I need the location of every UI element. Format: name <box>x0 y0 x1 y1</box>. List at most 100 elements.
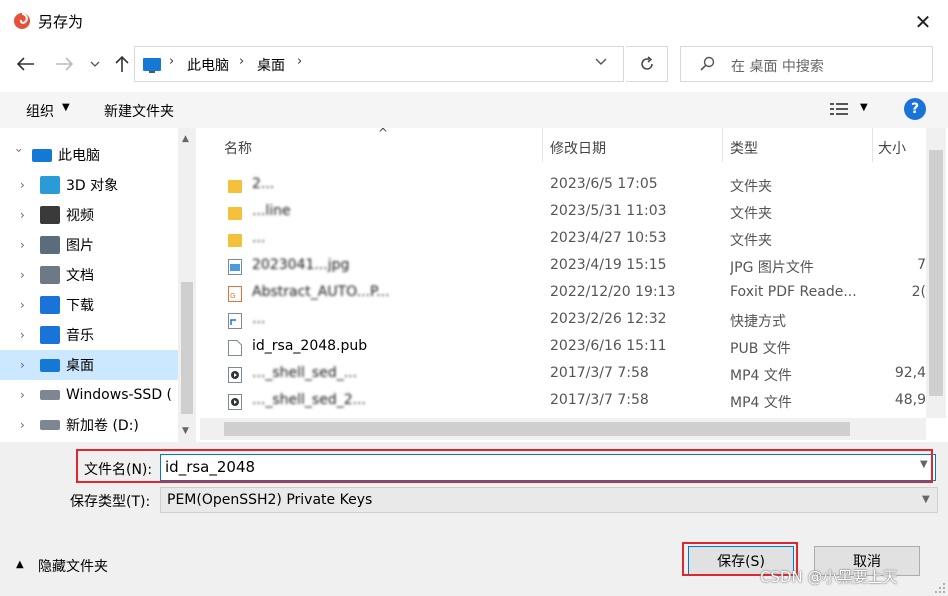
chevron-right-icon[interactable]: › <box>20 388 34 402</box>
svg-text:G: G <box>230 292 235 300</box>
chevron-right-icon[interactable]: › <box>20 178 34 192</box>
column-divider[interactable] <box>872 128 873 162</box>
sidebar-scrollbar-thumb[interactable] <box>181 282 193 414</box>
navigation-pane: › 此电脑 › 3D 对象 › 视频 › 图片 › 文档 › 下载 › 音乐 ›… <box>0 128 196 442</box>
drive-icon <box>40 420 60 430</box>
file-row[interactable]: ...line 2023/5/31 11:03 文件夹 <box>200 199 926 226</box>
file-type: 文件夹 <box>730 233 772 249</box>
file-name: ...line <box>252 203 291 219</box>
file-date: 2023/4/19 15:15 <box>550 257 667 273</box>
sidebar-item-music[interactable]: › 音乐 <box>0 320 178 350</box>
sidebar-item-windows-ssd[interactable]: › Windows-SSD ( <box>0 380 178 410</box>
recent-locations-button[interactable] <box>84 50 106 78</box>
column-divider[interactable] <box>722 128 723 162</box>
breadcrumb-pc[interactable]: 此电脑 <box>187 55 229 75</box>
file-row[interactable]: ..._shell_sed_... 2017/3/7 7:58 MP4 文件 9… <box>200 361 926 388</box>
file-list-vertical-scrollbar-thumb[interactable] <box>929 150 943 396</box>
annotation-highlight-filename <box>76 449 933 483</box>
command-bar: 组织 ▼ 新建文件夹 ▼ ? <box>0 92 948 128</box>
shortcut-icon <box>228 313 242 329</box>
forward-button[interactable] <box>50 50 78 78</box>
column-divider[interactable] <box>542 128 543 162</box>
title-bar <box>0 0 948 42</box>
resize-grip-icon[interactable] <box>934 582 946 594</box>
scroll-down-icon[interactable]: ▼ <box>182 426 189 436</box>
file-row[interactable]: id_rsa_2048.pub 2023/6/16 15:11 PUB 文件 <box>200 334 926 361</box>
chevron-right-icon[interactable]: › <box>20 418 34 432</box>
file-date: 2023/2/26 12:32 <box>550 311 667 327</box>
hide-folders-toggle[interactable]: 隐藏文件夹 <box>38 556 108 576</box>
3d-objects-icon <box>40 176 60 194</box>
file-row[interactable]: 2... 2023/6/5 17:05 文件夹 <box>200 172 926 199</box>
file-row[interactable]: 2023041...jpg 2023/4/19 15:15 JPG 图片文件 7 <box>200 253 926 280</box>
view-options-icon[interactable] <box>830 102 848 120</box>
sidebar-item-documents[interactable]: › 文档 <box>0 260 178 290</box>
organize-button[interactable]: 组织 <box>26 101 54 121</box>
file-name: ... <box>252 230 266 246</box>
chevron-right-icon[interactable]: › <box>20 268 34 282</box>
up-button[interactable] <box>108 50 136 78</box>
help-icon[interactable]: ? <box>904 98 926 120</box>
search-box[interactable]: 在 桌面 中搜索 <box>680 46 933 82</box>
sidebar-item-drive-d[interactable]: › 新加卷 (D:) <box>0 410 178 440</box>
filetype-select[interactable]: PEM(OpenSSH2) Private Keys <box>160 487 938 513</box>
sidebar-item-pc[interactable]: › 此电脑 <box>0 140 178 170</box>
refresh-button[interactable] <box>626 46 668 82</box>
file-row[interactable]: ... 2023/2/26 12:32 快捷方式 <box>200 307 926 334</box>
file-name: 2023041...jpg <box>252 257 350 273</box>
file-size: 48,9 <box>894 392 926 408</box>
caret-down-icon[interactable]: ▼ <box>62 102 70 113</box>
close-button[interactable]: ✕ <box>906 8 940 36</box>
file-row[interactable]: ... 2023/4/27 10:53 文件夹 <box>200 226 926 253</box>
sidebar-item-label: 图片 <box>66 238 94 254</box>
column-header-date[interactable]: 修改日期 <box>550 138 606 158</box>
chevron-down-icon[interactable]: ▼ <box>922 494 930 505</box>
file-name: ... <box>252 311 266 327</box>
file-icon <box>228 340 242 356</box>
sidebar-item-3d-objects[interactable]: › 3D 对象 <box>0 170 178 200</box>
chevron-right-icon[interactable]: › <box>20 208 34 222</box>
scroll-up-icon[interactable]: ▲ <box>182 134 189 144</box>
chevron-right-icon[interactable]: › <box>239 54 244 69</box>
sidebar-item-desktop[interactable]: › 桌面 <box>0 350 178 380</box>
sidebar-item-label: 音乐 <box>66 328 94 344</box>
sidebar-item-videos[interactable]: › 视频 <box>0 200 178 230</box>
sidebar-item-pictures[interactable]: › 图片 <box>0 230 178 260</box>
column-header-type[interactable]: 类型 <box>730 138 758 158</box>
chevron-right-icon[interactable]: › <box>20 298 34 312</box>
chevron-right-icon[interactable]: › <box>20 238 34 252</box>
folder-icon <box>228 180 242 193</box>
file-row[interactable]: G Abstract_AUTO...P... 2022/12/20 19:13 … <box>200 280 926 307</box>
file-name: ..._shell_sed_... <box>252 365 358 381</box>
chevron-right-icon[interactable]: › <box>20 328 34 342</box>
documents-icon <box>40 266 60 284</box>
address-bar[interactable]: › 此电脑 › 桌面 › <box>134 46 624 82</box>
caret-up-icon[interactable]: ▲ <box>16 559 24 570</box>
sidebar-item-downloads[interactable]: › 下载 <box>0 290 178 320</box>
column-header-size[interactable]: 大小 <box>878 138 906 158</box>
file-list: 名称 ^ 修改日期 类型 大小 2... 2023/6/5 17:05 文件夹 … <box>200 128 926 418</box>
chevron-right-icon[interactable]: › <box>297 54 302 69</box>
video-file-icon <box>228 367 242 383</box>
file-row[interactable]: ..._shell_sed_2... 2017/3/7 7:58 MP4 文件 … <box>200 388 926 415</box>
file-date: 2023/4/27 10:53 <box>550 230 667 246</box>
search-input[interactable]: 在 桌面 中搜索 <box>731 56 824 76</box>
chevron-right-icon[interactable]: › <box>12 148 26 162</box>
file-list-horizontal-scrollbar-thumb[interactable] <box>224 422 850 436</box>
file-name: ..._shell_sed_2... <box>252 392 366 408</box>
breadcrumb-desktop[interactable]: 桌面 <box>257 55 285 75</box>
app-icon <box>12 10 32 30</box>
chevron-right-icon[interactable]: › <box>20 358 34 372</box>
sidebar-item-label: 桌面 <box>66 358 94 374</box>
file-name: 2... <box>252 176 275 192</box>
address-dropdown-icon[interactable] <box>595 55 607 70</box>
back-button[interactable] <box>12 50 40 78</box>
watermark: CSDN @小黑要上天 <box>760 568 898 586</box>
caret-down-icon[interactable]: ▼ <box>860 102 868 113</box>
file-date: 2017/3/7 7:58 <box>550 392 649 408</box>
sidebar-item-label: 新加卷 (D:) <box>66 418 139 434</box>
chevron-down-icon <box>90 61 100 67</box>
chevron-right-icon[interactable]: › <box>169 54 174 69</box>
column-header-name[interactable]: 名称 <box>224 138 252 158</box>
new-folder-button[interactable]: 新建文件夹 <box>104 101 174 121</box>
